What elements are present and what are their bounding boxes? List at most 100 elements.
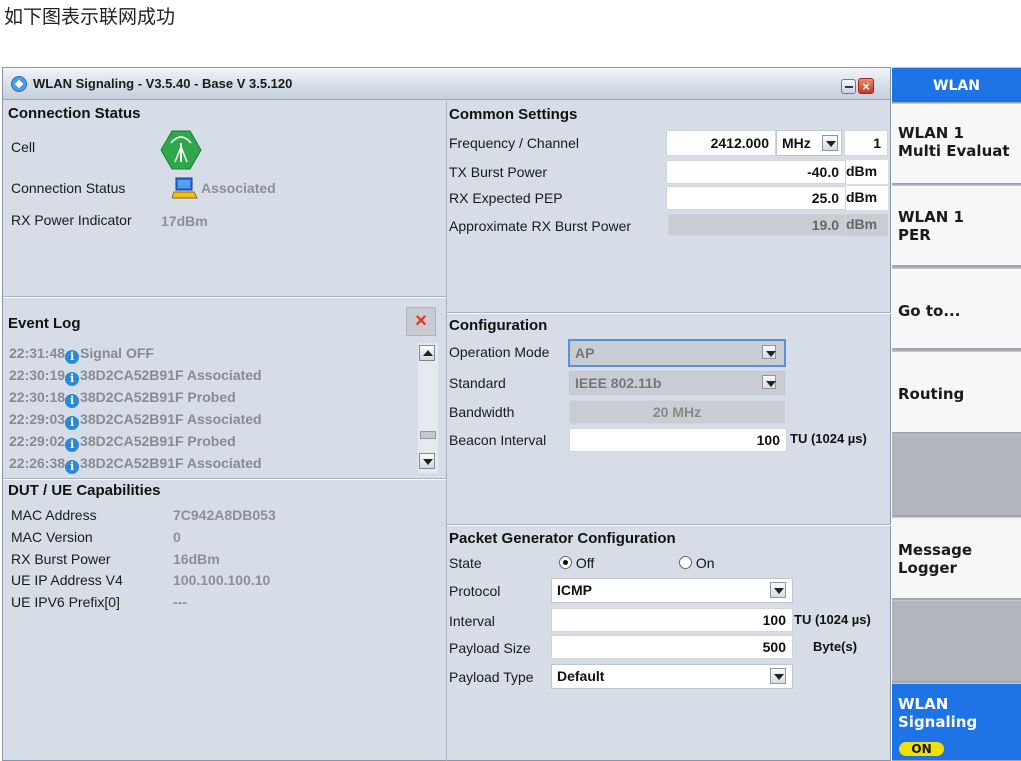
radio-unselected-icon	[679, 556, 692, 569]
scroll-up-arrow-icon[interactable]	[419, 345, 435, 361]
divider	[447, 312, 891, 314]
common-settings-title: Common Settings	[449, 106, 578, 123]
connection-status-label: Connection Status	[11, 180, 126, 196]
softkey-goto[interactable]: Go to...	[892, 268, 1021, 349]
event-log-scrollbar[interactable]	[418, 343, 438, 473]
configuration-title: Configuration	[449, 317, 548, 334]
rx-power-indicator-value: 17dBm	[161, 213, 208, 229]
approx-rx-burst-power-label: Approximate RX Burst Power	[449, 218, 632, 234]
divider	[447, 524, 891, 526]
softkey-empty[interactable]	[892, 434, 1021, 516]
column-divider	[446, 101, 447, 761]
protocol-select[interactable]: ICMP	[551, 578, 793, 603]
list-item: 22:31:48 i Signal OFF	[9, 345, 154, 364]
info-icon: i	[65, 416, 80, 430]
cell-label: Cell	[11, 139, 36, 155]
softkey-wlan1-per[interactable]: WLAN 1 PER	[892, 185, 1021, 266]
window-title: WLAN Signaling - V3.5.40 - Base V 3.5.12…	[33, 76, 293, 91]
tx-burst-power-unit: dBm	[846, 160, 888, 184]
softkey-empty[interactable]	[892, 600, 1021, 682]
divider	[3, 296, 446, 298]
connection-status-value: Associated	[201, 180, 276, 196]
softkey-panel: WLAN WLAN 1 Multi Evaluat WLAN 1 PER Go …	[892, 67, 1021, 761]
operation-mode-select[interactable]: AP	[568, 339, 786, 367]
mac-version-label: MAC Version	[11, 529, 93, 545]
operation-mode-label: Operation Mode	[449, 344, 550, 360]
list-item: 22:26:38 i 38D2CA52B91F Associated	[9, 455, 262, 474]
payload-size-label: Payload Size	[449, 640, 531, 656]
close-window-button[interactable]: ×	[858, 78, 874, 94]
tx-burst-power-input[interactable]: -40.0	[666, 160, 846, 184]
state-on-radio[interactable]: On	[679, 555, 715, 571]
softkey-routing[interactable]: Routing	[892, 351, 1021, 433]
list-item: 22:29:02 i 38D2CA52B91F Probed	[9, 433, 236, 452]
dut-capabilities-title: DUT / UE Capabilities	[8, 482, 161, 499]
clear-log-button[interactable]: ×	[406, 307, 436, 336]
frequency-input[interactable]: 2412.000	[666, 130, 776, 156]
softkey-header-wlan: WLAN	[892, 67, 1021, 103]
list-item: 22:29:03 i 38D2CA52B91F Associated	[9, 411, 262, 430]
info-icon: i	[65, 350, 80, 364]
standard-label: Standard	[449, 375, 506, 391]
caption-text: 如下图表示联网成功	[4, 6, 176, 28]
protocol-label: Protocol	[449, 583, 501, 599]
chevron-down-icon	[770, 582, 786, 598]
packet-generator-title: Packet Generator Configuration	[449, 530, 676, 547]
list-item: 22:30:19 i 38D2CA52B91F Associated	[9, 367, 262, 386]
scroll-down-arrow-icon[interactable]	[419, 453, 435, 469]
mac-version-value: 0	[173, 529, 181, 545]
laptop-connected-icon	[171, 175, 198, 201]
payload-size-unit: Byte(s)	[813, 639, 858, 654]
ue-ip-v4-label: UE IP Address V4	[11, 572, 123, 588]
beacon-interval-label: Beacon Interval	[449, 432, 547, 448]
ue-ipv6-prefix-value: ---	[173, 594, 187, 610]
chevron-down-icon	[762, 345, 776, 359]
rx-expected-pep-label: RX Expected PEP	[449, 190, 563, 206]
interval-input[interactable]: 100	[551, 608, 793, 632]
status-badge-on: ON	[899, 742, 944, 756]
info-icon: i	[65, 438, 80, 452]
chevron-down-icon	[762, 375, 776, 389]
bandwidth-value: 20 MHz	[569, 400, 785, 424]
beacon-interval-unit: TU (1024 µs)	[790, 431, 867, 446]
minimize-button[interactable]	[841, 79, 856, 94]
list-item: 22:30:18 i 38D2CA52B91F Probed	[9, 389, 236, 408]
softkey-wlan-signaling[interactable]: WLAN Signaling ON	[892, 683, 1021, 761]
info-icon: i	[65, 372, 80, 386]
rx-burst-power-label: RX Burst Power	[11, 551, 111, 567]
bandwidth-label: Bandwidth	[449, 404, 515, 420]
interval-label: Interval	[449, 613, 495, 629]
event-log-list: 22:31:48 i Signal OFF 22:30:19 i 38D2CA52B91…	[9, 345, 414, 477]
rx-burst-power-value: 16dBm	[173, 551, 220, 567]
chevron-down-icon	[770, 668, 786, 684]
app-logo-icon	[11, 76, 27, 92]
approx-rx-burst-power-unit: dBm	[846, 214, 888, 236]
softkey-message-logger[interactable]: Message Logger	[892, 517, 1021, 599]
softkey-wlan1-multi-evaluation[interactable]: WLAN 1 Multi Evaluat	[892, 103, 1021, 184]
wlan-signaling-window: WLAN Signaling - V3.5.40 - Base V 3.5.12…	[2, 67, 891, 761]
state-label: State	[449, 555, 482, 571]
event-log-title: Event Log	[8, 315, 81, 332]
ue-ip-v4-value: 100.100.100.10	[173, 572, 271, 588]
rx-expected-pep-input[interactable]: 25.0	[666, 186, 846, 210]
channel-input[interactable]: 1	[844, 130, 888, 156]
ue-ipv6-prefix-label: UE IPV6 Prefix[0]	[11, 594, 120, 610]
rx-expected-pep-unit: dBm	[846, 186, 888, 210]
info-icon: i	[65, 460, 80, 474]
payload-size-input[interactable]: 500	[551, 635, 793, 659]
divider	[3, 478, 446, 480]
standard-select[interactable]: IEEE 802.11b	[569, 371, 785, 395]
scroll-thumb[interactable]	[420, 431, 436, 439]
payload-type-select[interactable]: Default	[551, 664, 793, 689]
approx-rx-burst-power-value: 19.0	[668, 214, 846, 236]
mac-address-value: 7C942A8DB053	[173, 507, 276, 523]
info-icon: i	[65, 394, 80, 408]
frequency-unit-select[interactable]: MHz	[776, 130, 842, 156]
mac-address-label: MAC Address	[11, 507, 97, 523]
cell-antenna-icon	[160, 130, 202, 170]
tx-burst-power-label: TX Burst Power	[449, 164, 548, 180]
radio-selected-icon	[559, 556, 572, 569]
rx-power-indicator-label: RX Power Indicator	[11, 212, 132, 228]
state-off-radio[interactable]: Off	[559, 555, 594, 571]
beacon-interval-input[interactable]: 100	[569, 428, 787, 452]
